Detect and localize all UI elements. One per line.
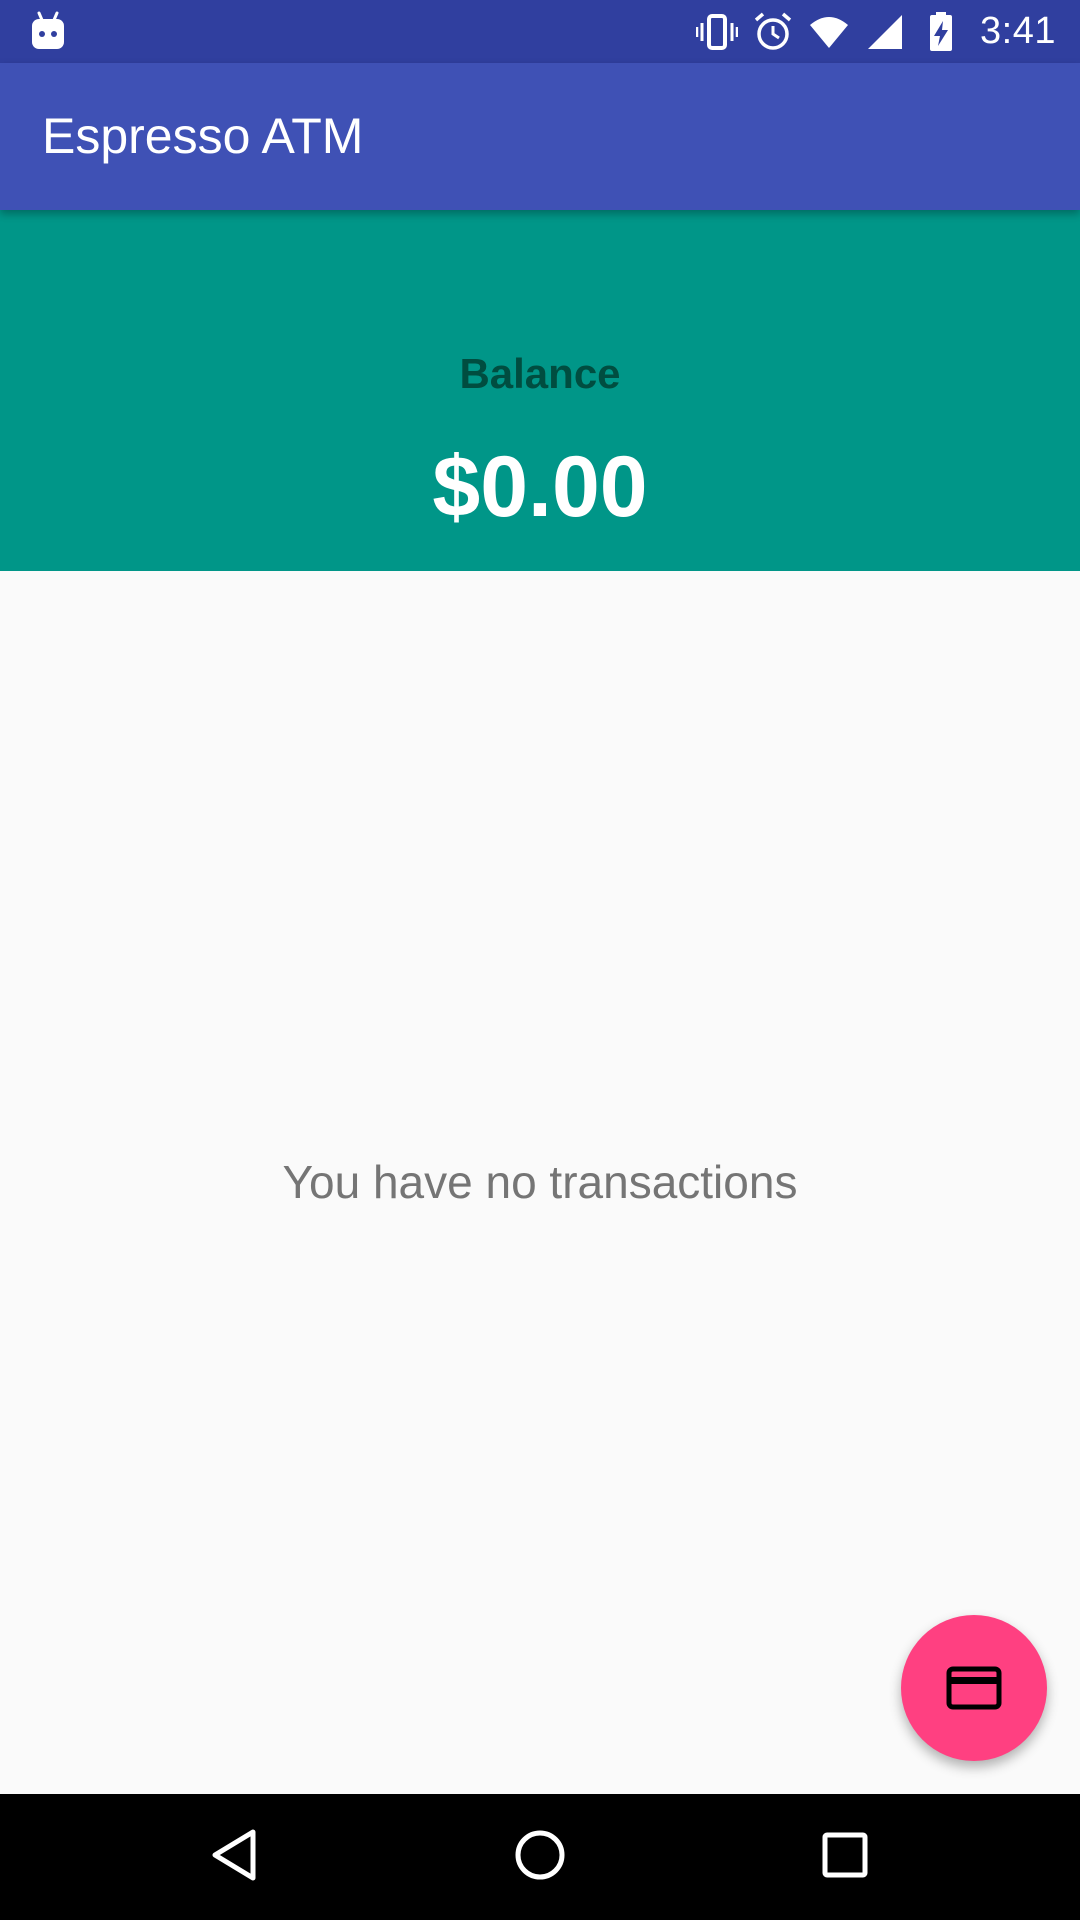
alarm-icon xyxy=(752,11,794,53)
nav-home-button[interactable] xyxy=(495,1812,585,1902)
status-time: 3:41 xyxy=(980,10,1056,52)
recents-icon xyxy=(819,1829,871,1886)
app-bar: Espresso ATM xyxy=(0,63,1080,210)
credit-card-icon xyxy=(946,1666,1002,1710)
empty-transactions-message: You have no transactions xyxy=(282,1156,798,1208)
wifi-icon xyxy=(808,11,850,53)
android-notification-icon xyxy=(30,11,66,51)
back-icon xyxy=(209,1827,261,1888)
app-title: Espresso ATM xyxy=(42,108,364,164)
navigation-bar xyxy=(0,1794,1080,1920)
fab-card-button[interactable] xyxy=(901,1615,1047,1761)
nav-recents-button[interactable] xyxy=(800,1812,890,1902)
home-icon xyxy=(512,1827,568,1888)
balance-label: Balance xyxy=(459,350,621,397)
app-screen: 3:41 Espresso ATM Balance $0.00 You have… xyxy=(0,0,1080,1920)
vibrate-icon xyxy=(696,11,739,53)
status-bar: 3:41 xyxy=(0,0,1080,63)
nav-back-button[interactable] xyxy=(190,1812,280,1902)
cell-signal-icon xyxy=(864,11,906,53)
battery-charging-icon xyxy=(920,11,962,53)
balance-amount: $0.00 xyxy=(432,439,648,535)
balance-panel: Balance $0.00 xyxy=(0,210,1080,571)
